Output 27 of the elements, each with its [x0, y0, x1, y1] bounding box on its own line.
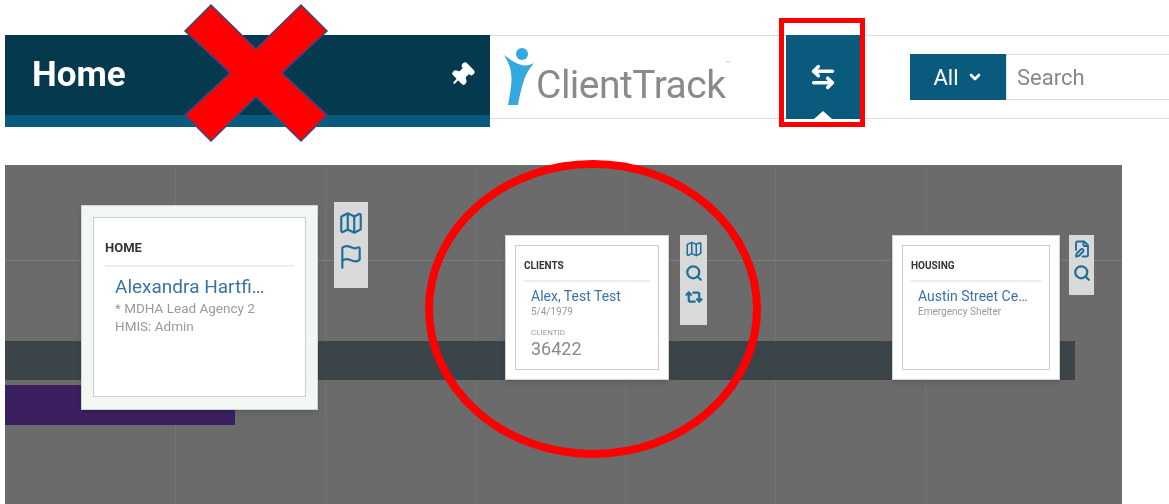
page-title: Home: [32, 52, 126, 97]
card-title-link[interactable]: Austin Street Ce…: [918, 288, 1041, 305]
logo-icon: [502, 45, 536, 107]
card-title-link[interactable]: Alex, Test Test: [531, 288, 650, 305]
card-heading: HOUSING: [911, 259, 956, 273]
logo-text: ClientTrack: [536, 61, 726, 109]
pointer-notch: [814, 111, 832, 119]
search-icon[interactable]: [684, 264, 703, 282]
card-heading: HOME: [105, 239, 143, 257]
pen-document-icon[interactable]: [1072, 240, 1091, 258]
card-detail: HMIS: Admin: [115, 316, 195, 335]
switch-button[interactable]: [786, 35, 860, 119]
repeat-icon[interactable]: [684, 288, 703, 306]
field-value: 36422: [531, 339, 583, 359]
card-heading: CLIENTS: [524, 259, 565, 273]
map-icon[interactable]: [684, 240, 703, 258]
card-detail: 5/4/1979: [531, 305, 574, 318]
card-detail: * MDHA Lead Agency 2: [115, 298, 256, 317]
card-title-link[interactable]: Alexandra Hartfi…: [115, 274, 294, 299]
scope-dropdown[interactable]: All: [910, 54, 1006, 100]
field-label: CLIENTID: [531, 327, 567, 339]
swap-icon: [809, 63, 837, 91]
flag-icon[interactable]: [338, 244, 364, 270]
search-icon[interactable]: [1072, 264, 1091, 282]
search-field[interactable]: Search: [1006, 54, 1169, 100]
map-icon[interactable]: [338, 210, 364, 236]
card-detail: Emergency Shelter: [918, 305, 1003, 318]
